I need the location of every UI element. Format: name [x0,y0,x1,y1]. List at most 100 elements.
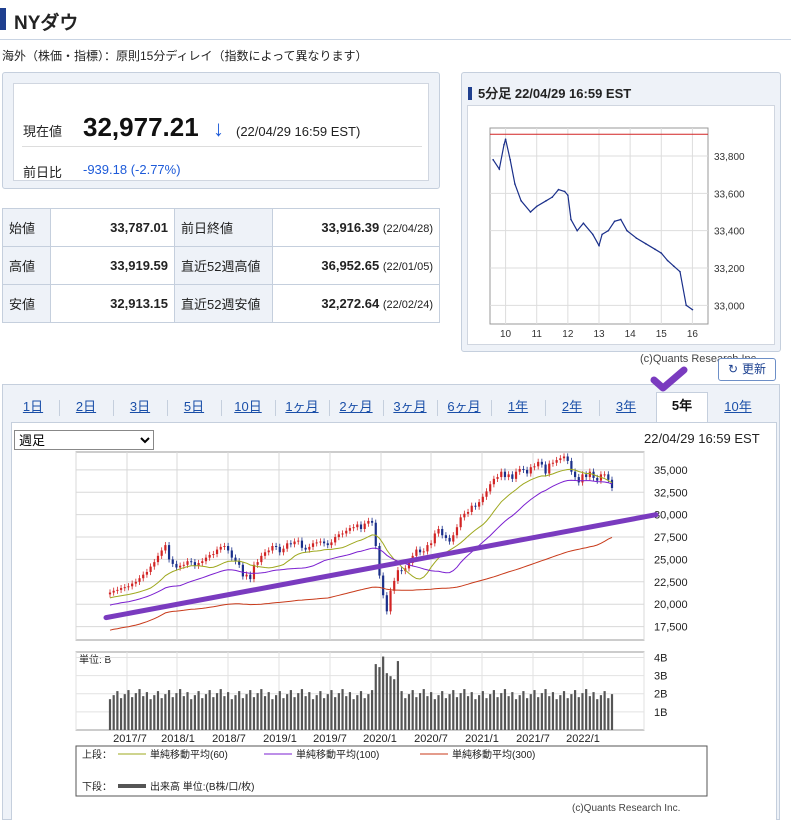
x-tick-label: 10 [500,329,512,340]
tab-14[interactable]: 10年 [714,398,762,422]
tab-separator [221,400,222,416]
price-panel: 現在値 32,977.21 ↓ (22/04/29 16:59 EST) 前日比… [2,72,440,189]
prev-close-value: 33,916.39 [321,220,380,235]
header-accent-bar [468,87,472,100]
52w-low-cell: 32,272.64 (22/02/24) [272,284,440,323]
tab-11[interactable]: 2年 [548,398,596,422]
change-value: -939.18 (-2.77%) [83,162,181,177]
data-point [591,233,594,236]
intraday-chart-box: 33,800 33,600 33,400 33,200 33,000 10 11 12 13 14… [467,105,775,365]
tab-separator [491,400,492,416]
x-tick-label: 15 [656,329,668,340]
table-row: 安値 32,913.15 直近52週安値 32,272.64 (22/02/24… [2,284,440,323]
data-point [529,211,532,213]
data-point [613,220,616,223]
tab-1[interactable]: 1日 [10,398,56,422]
52w-high-date: (22/01/05) [382,261,433,273]
tab-separator [437,400,438,416]
data-point [679,270,681,273]
x-tick-label: 13 [593,329,605,340]
52w-low-label: 直近52週安値 [174,284,273,323]
down-arrow-icon: ↓ [213,116,224,141]
tab-4[interactable]: 5日 [170,398,218,422]
data-point [601,233,603,236]
data-point [685,304,687,307]
prev-close-label: 前日終値 [174,208,273,247]
chart-timestamp: 22/04/29 16:59 EST [644,431,760,446]
data-point [514,183,516,185]
tab-separator [599,400,600,416]
title-accent-bar [0,8,6,30]
tab-13[interactable]: 5年 [656,392,708,422]
data-point [598,244,600,247]
data-point [660,252,663,254]
table-row: 高値 33,919.59 直近52週高値 36,952.65 (22/01/05… [2,246,440,285]
checkmark-icon [650,366,688,392]
52w-low-date: (22/02/24) [382,299,433,311]
data-point [582,222,585,224]
y-tick-label: 33,600 [714,189,745,200]
tab-5[interactable]: 10日 [224,398,272,422]
open-label: 始値 [2,208,51,247]
data-point [563,190,566,193]
prev-close-cell: 33,916.39 (22/04/28) [272,208,440,247]
52w-high-cell: 36,952.65 (22/01/05) [272,246,440,285]
52w-high-value: 36,952.65 [321,258,380,273]
intraday-panel: 5分足 22/04/29 16:59 EST 33,800 33,600 33,40… [461,72,781,365]
data-point [626,229,628,232]
chart-area [11,422,777,820]
page-title: NYダウ [14,13,79,34]
data-point [520,200,522,202]
data-point [576,229,578,232]
tab-separator [383,400,384,416]
tab-6[interactable]: 1ヶ月 [278,398,326,422]
tab-12[interactable]: 3年 [602,398,650,422]
52w-high-label: 直近52週高値 [174,246,273,285]
data-point [570,218,572,221]
open-value: 33,787.01 [50,208,175,247]
page-header: NYダウ [0,0,791,40]
data-point [545,200,547,202]
tab-7[interactable]: 2ヶ月 [332,398,380,422]
tab-8[interactable]: 3ヶ月 [386,398,434,422]
refresh-label: 更新 [742,362,767,376]
data-point [607,229,610,232]
price-box: 現在値 32,977.21 ↓ (22/04/29 16:59 EST) 前日比… [13,83,429,181]
data-point [498,168,501,170]
y-tick-label: 33,000 [714,301,745,312]
period-select[interactable]: 週足 [14,430,154,450]
x-tick-label: 12 [562,329,574,340]
tab-separator [113,400,114,416]
data-point [567,194,569,196]
tab-separator [167,400,168,416]
data-point [654,248,656,251]
y-tick-label: 33,200 [714,264,745,275]
stats-table: 始値 33,787.01 前日終値 33,916.39 (22/04/28) 高… [2,208,440,323]
data-point [557,188,560,191]
data-point [551,196,554,198]
data-point [535,205,538,208]
delay-note: 海外（株価・指標）：原則15分ディレイ（指数によって異なります） [2,49,368,63]
tab-separator [545,400,546,416]
refresh-button[interactable]: ↻ 更新 [718,358,776,381]
tab-9[interactable]: 6ヶ月 [440,398,488,422]
x-tick-label: 11 [532,329,543,340]
data-point [620,218,622,221]
tab-10[interactable]: 1年 [494,398,542,422]
x-tick-label: 16 [687,329,699,340]
tab-3[interactable]: 3日 [116,398,164,422]
data-point [504,138,507,140]
current-price-time: (22/04/29 16:59 EST) [236,124,361,139]
prev-close-date: (22/04/28) [382,223,433,235]
low-label: 安値 [2,284,51,323]
tab-separator [275,400,276,416]
table-row: 始値 33,787.01 前日終値 33,916.39 (22/04/28) [2,208,440,247]
current-price-label: 現在値 [23,124,63,139]
tab-2[interactable]: 2日 [62,398,110,422]
y-tick-label: 33,400 [714,227,745,238]
high-label: 高値 [2,246,51,285]
low-value: 32,913.15 [50,284,175,323]
change-label: 前日比 [23,165,63,180]
data-point [644,242,647,245]
data-point [509,158,512,161]
